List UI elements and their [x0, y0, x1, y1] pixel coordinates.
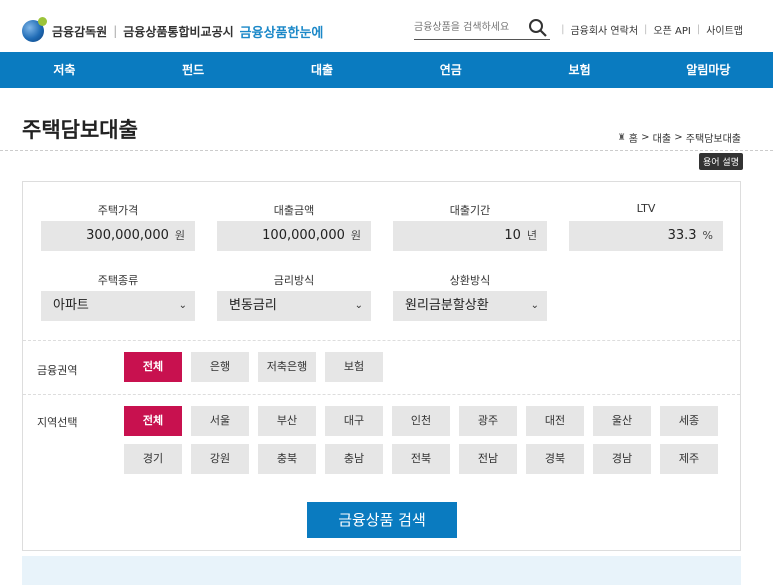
nav-insurance[interactable]: 보험 [515, 52, 644, 88]
repayment-type-select[interactable]: 원리금분할상환 ⌄ [393, 291, 547, 321]
loan-term-label: 대출기간 [449, 204, 491, 217]
ltv-unit: % [702, 229, 713, 242]
loan-amount-unit: 원 [350, 229, 361, 242]
nav-notices[interactable]: 알림마당 [644, 52, 773, 88]
nav-loans[interactable]: 대출 [258, 52, 387, 88]
chevron-down-icon: ⌄ [354, 300, 363, 311]
region-chip-daegu[interactable]: 대구 [325, 406, 383, 436]
section-divider [23, 394, 740, 395]
sector-chip-insurance[interactable]: 보험 [325, 352, 383, 382]
rate-type-select[interactable]: 변동금리 ⌄ [217, 291, 371, 321]
region-chip-seoul[interactable]: 서울 [191, 406, 249, 436]
logo-site-title: 금융상품통합비교공시 [123, 24, 234, 39]
ltv-value: 33.3 [667, 228, 697, 243]
region-chip-all[interactable]: 전체 [124, 406, 182, 436]
logo-divider: | [113, 24, 118, 38]
search-input[interactable] [414, 16, 522, 38]
link-open-api[interactable]: 오픈 API [653, 22, 690, 37]
region-chip-daejeon[interactable]: 대전 [526, 406, 584, 436]
nav-pension[interactable]: 연금 [386, 52, 515, 88]
house-type-label: 주택종류 [97, 274, 139, 287]
product-search-button[interactable]: 금융상품 검색 [307, 502, 457, 538]
info-strip [22, 556, 741, 585]
section-divider [23, 340, 740, 341]
region-chip-gangwon[interactable]: 강원 [191, 444, 249, 474]
link-company-contacts[interactable]: 금융회사 연락처 [570, 22, 638, 37]
top-header: 금융감독원 | 금융상품통합비교공시 금융상품한눈에 | 금융회사 연락처 | … [0, 0, 773, 52]
repayment-type-value: 원리금분할상환 [405, 298, 489, 313]
search-icon[interactable] [528, 18, 548, 38]
sector-chip-savings-bank[interactable]: 저축은행 [258, 352, 316, 382]
main-nav: 저축 펀드 대출 연금 보험 알림마당 [0, 52, 773, 88]
link-sitemap[interactable]: 사이트맵 [706, 22, 743, 37]
loan-amount-value: 100,000,000 [262, 228, 345, 243]
breadcrumb-home[interactable]: 홈 [629, 130, 638, 145]
site-logo[interactable]: 금융감독원 | 금융상품통합비교공시 금융상품한눈에 [22, 17, 324, 42]
house-type-value: 아파트 [53, 298, 89, 313]
house-price-field[interactable]: 300,000,000 원 [41, 221, 195, 251]
sector-chip-bank[interactable]: 은행 [191, 352, 249, 382]
loan-amount-field[interactable]: 100,000,000 원 [217, 221, 371, 251]
region-chip-gyeonggi[interactable]: 경기 [124, 444, 182, 474]
region-chip-gyeongbuk[interactable]: 경북 [526, 444, 584, 474]
header-search [414, 16, 550, 40]
logo-brand: 금융상품한눈에 [239, 25, 324, 41]
ltv-label: LTV [636, 202, 656, 215]
region-chip-jeonnam[interactable]: 전남 [459, 444, 517, 474]
house-price-unit: 원 [174, 229, 185, 242]
region-chip-jeju[interactable]: 제주 [660, 444, 718, 474]
logo-org-name: 금융감독원 [52, 24, 108, 39]
loan-term-field[interactable]: 10 년 [393, 221, 547, 251]
nav-savings[interactable]: 저축 [0, 52, 129, 88]
chevron-down-icon: ⌄ [178, 300, 187, 311]
breadcrumb-loans[interactable]: 대출 [653, 130, 671, 145]
rate-type-label: 금리방식 [273, 274, 315, 287]
region-chip-ulsan[interactable]: 울산 [593, 406, 651, 436]
region-chip-gwangju[interactable]: 광주 [459, 406, 517, 436]
rate-type-value: 변동금리 [229, 298, 277, 313]
sector-label: 금융권역 [37, 364, 78, 377]
repayment-type-label: 상환방식 [449, 274, 491, 287]
region-chip-chungnam[interactable]: 충남 [325, 444, 383, 474]
chevron-down-icon: ⌄ [530, 300, 539, 311]
fss-logo-icon [22, 17, 47, 42]
breadcrumb: ♜ 홈 > 대출 > 주택담보대출 [617, 130, 741, 145]
title-divider [0, 150, 773, 151]
search-panel: 주택가격 300,000,000 원 대출금액 100,000,000 원 대출기간… [22, 181, 741, 551]
glossary-button[interactable]: 용어 설명 [699, 153, 743, 170]
utility-links: | 금융회사 연락처 | 오픈 API | 사이트맵 [561, 22, 743, 37]
breadcrumb-current: 주택담보대출 [685, 134, 741, 145]
loan-amount-label: 대출금액 [273, 204, 315, 217]
region-label: 지역선택 [37, 416, 78, 429]
region-chip-jeonbuk[interactable]: 전북 [392, 444, 450, 474]
loan-term-value: 10 [504, 228, 521, 243]
house-price-label: 주택가격 [97, 204, 139, 217]
region-chip-sejong[interactable]: 세종 [660, 406, 718, 436]
house-type-select[interactable]: 아파트 ⌄ [41, 291, 195, 321]
region-chip-chungbuk[interactable]: 충북 [258, 444, 316, 474]
region-chip-incheon[interactable]: 인천 [392, 406, 450, 436]
loan-term-unit: 년 [526, 229, 537, 242]
region-chip-gyeongnam[interactable]: 경남 [593, 444, 651, 474]
nav-funds[interactable]: 펀드 [129, 52, 258, 88]
house-price-value: 300,000,000 [86, 228, 169, 243]
page-title: 주택담보대출 [22, 118, 138, 142]
home-icon: ♜ [617, 132, 626, 143]
region-chip-busan[interactable]: 부산 [258, 406, 316, 436]
ltv-field[interactable]: 33.3% [569, 221, 723, 251]
sector-chip-all[interactable]: 전체 [124, 352, 182, 382]
